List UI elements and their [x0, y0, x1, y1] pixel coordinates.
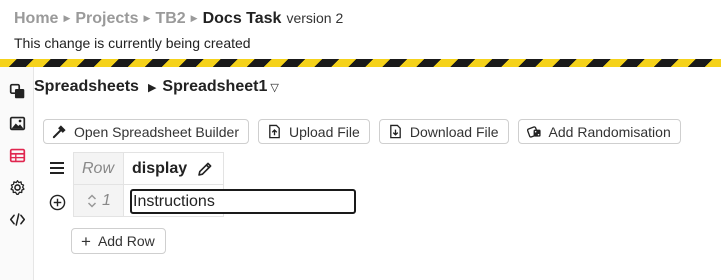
row-column-header: Row: [73, 152, 124, 185]
breadcrumb-separator-icon: ▶: [63, 13, 71, 23]
left-rail: [0, 67, 34, 280]
row-number-cell: 1: [73, 184, 124, 217]
main-panel: Spreadsheets ▶ Spreadsheet1 ▽ Open Sprea…: [34, 67, 721, 280]
upload-file-icon: [269, 124, 280, 139]
open-spreadsheet-builder-label: Open Spreadsheet Builder: [74, 123, 239, 140]
page-header: Home ▶ Projects ▶ TB2 ▶ Docs Task versio…: [14, 8, 721, 58]
add-row-circle-icon[interactable]: [49, 194, 66, 211]
breadcrumb-current: Docs Task: [202, 10, 282, 27]
chevron-right-icon: ▶: [147, 81, 157, 94]
dice-icon: [526, 126, 541, 138]
pencil-icon[interactable]: [197, 161, 213, 177]
spreadsheet-selector[interactable]: Spreadsheet1 ▽: [162, 78, 278, 96]
upload-file-button[interactable]: Upload File: [258, 119, 370, 144]
breadcrumb: Home ▶ Projects ▶ TB2 ▶ Docs Task versio…: [14, 8, 721, 30]
spreadsheet-icon[interactable]: [7, 145, 27, 165]
breadcrumb-home[interactable]: Home: [14, 9, 58, 29]
menu-icon[interactable]: [49, 161, 65, 175]
breadcrumb-separator-icon: ▶: [143, 13, 151, 23]
open-spreadsheet-builder-button[interactable]: Open Spreadsheet Builder: [43, 119, 249, 144]
download-file-label: Download File: [409, 123, 499, 140]
add-randomisation-button[interactable]: Add Randomisation: [517, 119, 681, 144]
version-label: version 2: [286, 10, 344, 26]
status-text: This change is currently being created: [14, 35, 251, 51]
display-column-header[interactable]: display: [123, 152, 224, 185]
breadcrumb-projects[interactable]: Projects: [75, 9, 138, 29]
drag-handle-icon[interactable]: [87, 193, 97, 209]
display-column-label: display: [132, 159, 188, 177]
gear-icon[interactable]: [7, 177, 27, 197]
layers-icon[interactable]: [7, 81, 27, 101]
download-file-icon: [389, 124, 401, 139]
code-icon[interactable]: [7, 209, 27, 229]
spreadsheets-section-link[interactable]: Spreadsheets: [34, 78, 139, 96]
upload-file-label: Upload File: [289, 123, 360, 140]
add-randomisation-label: Add Randomisation: [548, 123, 671, 140]
hazard-stripe: [0, 59, 721, 67]
hammer-icon: [52, 125, 66, 139]
spreadsheet-name: Spreadsheet1: [162, 78, 268, 95]
row-number: 1: [102, 191, 111, 209]
image-icon[interactable]: [7, 113, 27, 133]
breadcrumb-project[interactable]: TB2: [155, 9, 185, 29]
breadcrumb-separator-icon: ▶: [190, 13, 198, 23]
download-file-button[interactable]: Download File: [378, 119, 509, 144]
add-row-label: Add Row: [97, 233, 155, 249]
add-row-button[interactable]: + Add Row: [71, 228, 166, 254]
plus-icon: +: [81, 231, 91, 251]
spreadsheet-breadcrumb: Spreadsheets ▶ Spreadsheet1 ▽: [34, 78, 279, 96]
display-cell-input[interactable]: [130, 189, 356, 214]
chevron-down-icon: ▽: [270, 81, 279, 94]
toolbar: Open Spreadsheet Builder Upload File Dow…: [43, 119, 681, 144]
